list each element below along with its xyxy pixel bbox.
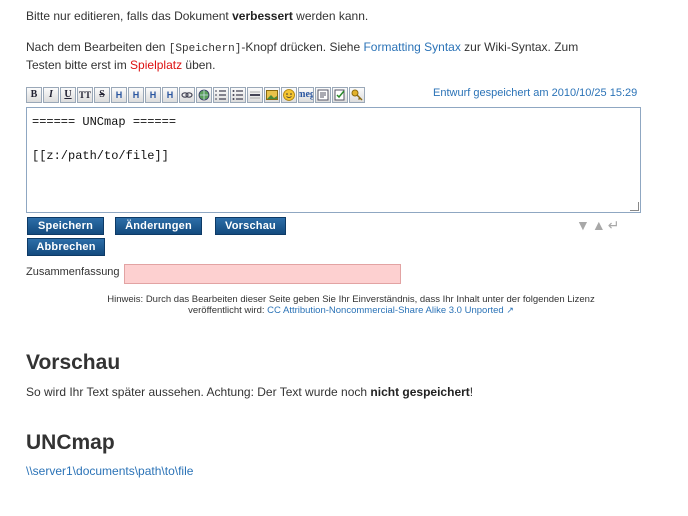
unordered-list-icon[interactable] bbox=[230, 87, 246, 103]
arrow-down-icon[interactable]: ▼ bbox=[576, 218, 590, 232]
smiley-icon[interactable] bbox=[281, 87, 297, 103]
wiki-text-editor[interactable]: ====== UNCmap ====== [[z:/path/to/file]] bbox=[26, 107, 641, 213]
license-notice: Hinweis: Durch das Bearbeiten dieser Sei… bbox=[107, 294, 595, 316]
summary-input[interactable] bbox=[124, 264, 401, 284]
page-title: UNCmap bbox=[26, 431, 115, 454]
external-link-icon[interactable] bbox=[196, 87, 212, 103]
editor-toolbar: B I U TT S H H H H omega bbox=[26, 87, 366, 105]
signature-icon[interactable] bbox=[332, 87, 348, 103]
resize-handle-icon[interactable] bbox=[630, 202, 639, 211]
heading-same-button[interactable]: H bbox=[111, 87, 127, 103]
formatting-syntax-link[interactable]: Formatting Syntax bbox=[363, 40, 460, 54]
cancel-button[interactable]: Abbrechen bbox=[27, 238, 105, 256]
preview-note: So wird Ihr Text später aussehen. Achtun… bbox=[26, 385, 474, 399]
license-link[interactable]: CC Attribution-Noncommercial-Share Alike… bbox=[267, 305, 504, 316]
edit-instructions-line1: Nach dem Bearbeiten den [Speichern]-Knop… bbox=[26, 40, 579, 55]
editor-size-controls: ▼ ▲ ↵ bbox=[576, 218, 619, 232]
key-icon[interactable] bbox=[349, 87, 365, 103]
underline-button[interactable]: U bbox=[60, 87, 76, 103]
bold-button[interactable]: B bbox=[26, 87, 42, 103]
italic-button[interactable]: I bbox=[43, 87, 59, 103]
arrow-up-icon[interactable]: ▲ bbox=[592, 218, 606, 232]
monospace-button[interactable]: TT bbox=[77, 87, 93, 103]
heading-higher-button[interactable]: H bbox=[145, 87, 161, 103]
heading-select-button[interactable]: H bbox=[162, 87, 178, 103]
ordered-list-icon[interactable] bbox=[213, 87, 229, 103]
spielplatz-link[interactable]: Spielplatz bbox=[130, 58, 182, 72]
heading-lower-button[interactable]: H bbox=[128, 87, 144, 103]
strikethrough-button[interactable]: S bbox=[94, 87, 110, 103]
special-chars-icon[interactable] bbox=[315, 87, 331, 103]
omega-icon[interactable]: omega bbox=[298, 87, 314, 103]
image-icon[interactable] bbox=[264, 87, 280, 103]
wrap-toggle-icon[interactable]: ↵ bbox=[608, 218, 620, 232]
link-icon[interactable] bbox=[179, 87, 195, 103]
summary-label: Zusammenfassung bbox=[26, 266, 120, 278]
save-button[interactable]: Speichern bbox=[27, 217, 104, 235]
edit-instructions-line2: Testen bitte erst im Spielplatz üben. bbox=[26, 58, 216, 72]
horizontal-rule-icon[interactable] bbox=[247, 87, 263, 103]
preview-heading: Vorschau bbox=[26, 351, 121, 374]
edit-hint: Bitte nur editieren, falls das Dokument … bbox=[26, 9, 369, 23]
unc-path-paragraph: \\server1\documents\path\to\file bbox=[26, 462, 193, 480]
draft-saved-status: Entwurf gespeichert am 2010/10/25 15:29 bbox=[433, 87, 638, 99]
editor-content[interactable]: ====== UNCmap ====== [[z:/path/to/file]] bbox=[32, 114, 635, 165]
changes-button[interactable]: Änderungen bbox=[115, 217, 202, 235]
external-link-icon: ↗ bbox=[506, 305, 514, 315]
preview-button[interactable]: Vorschau bbox=[215, 217, 286, 235]
unc-path-link[interactable]: \\server1\documents\path\to\file bbox=[26, 464, 193, 478]
